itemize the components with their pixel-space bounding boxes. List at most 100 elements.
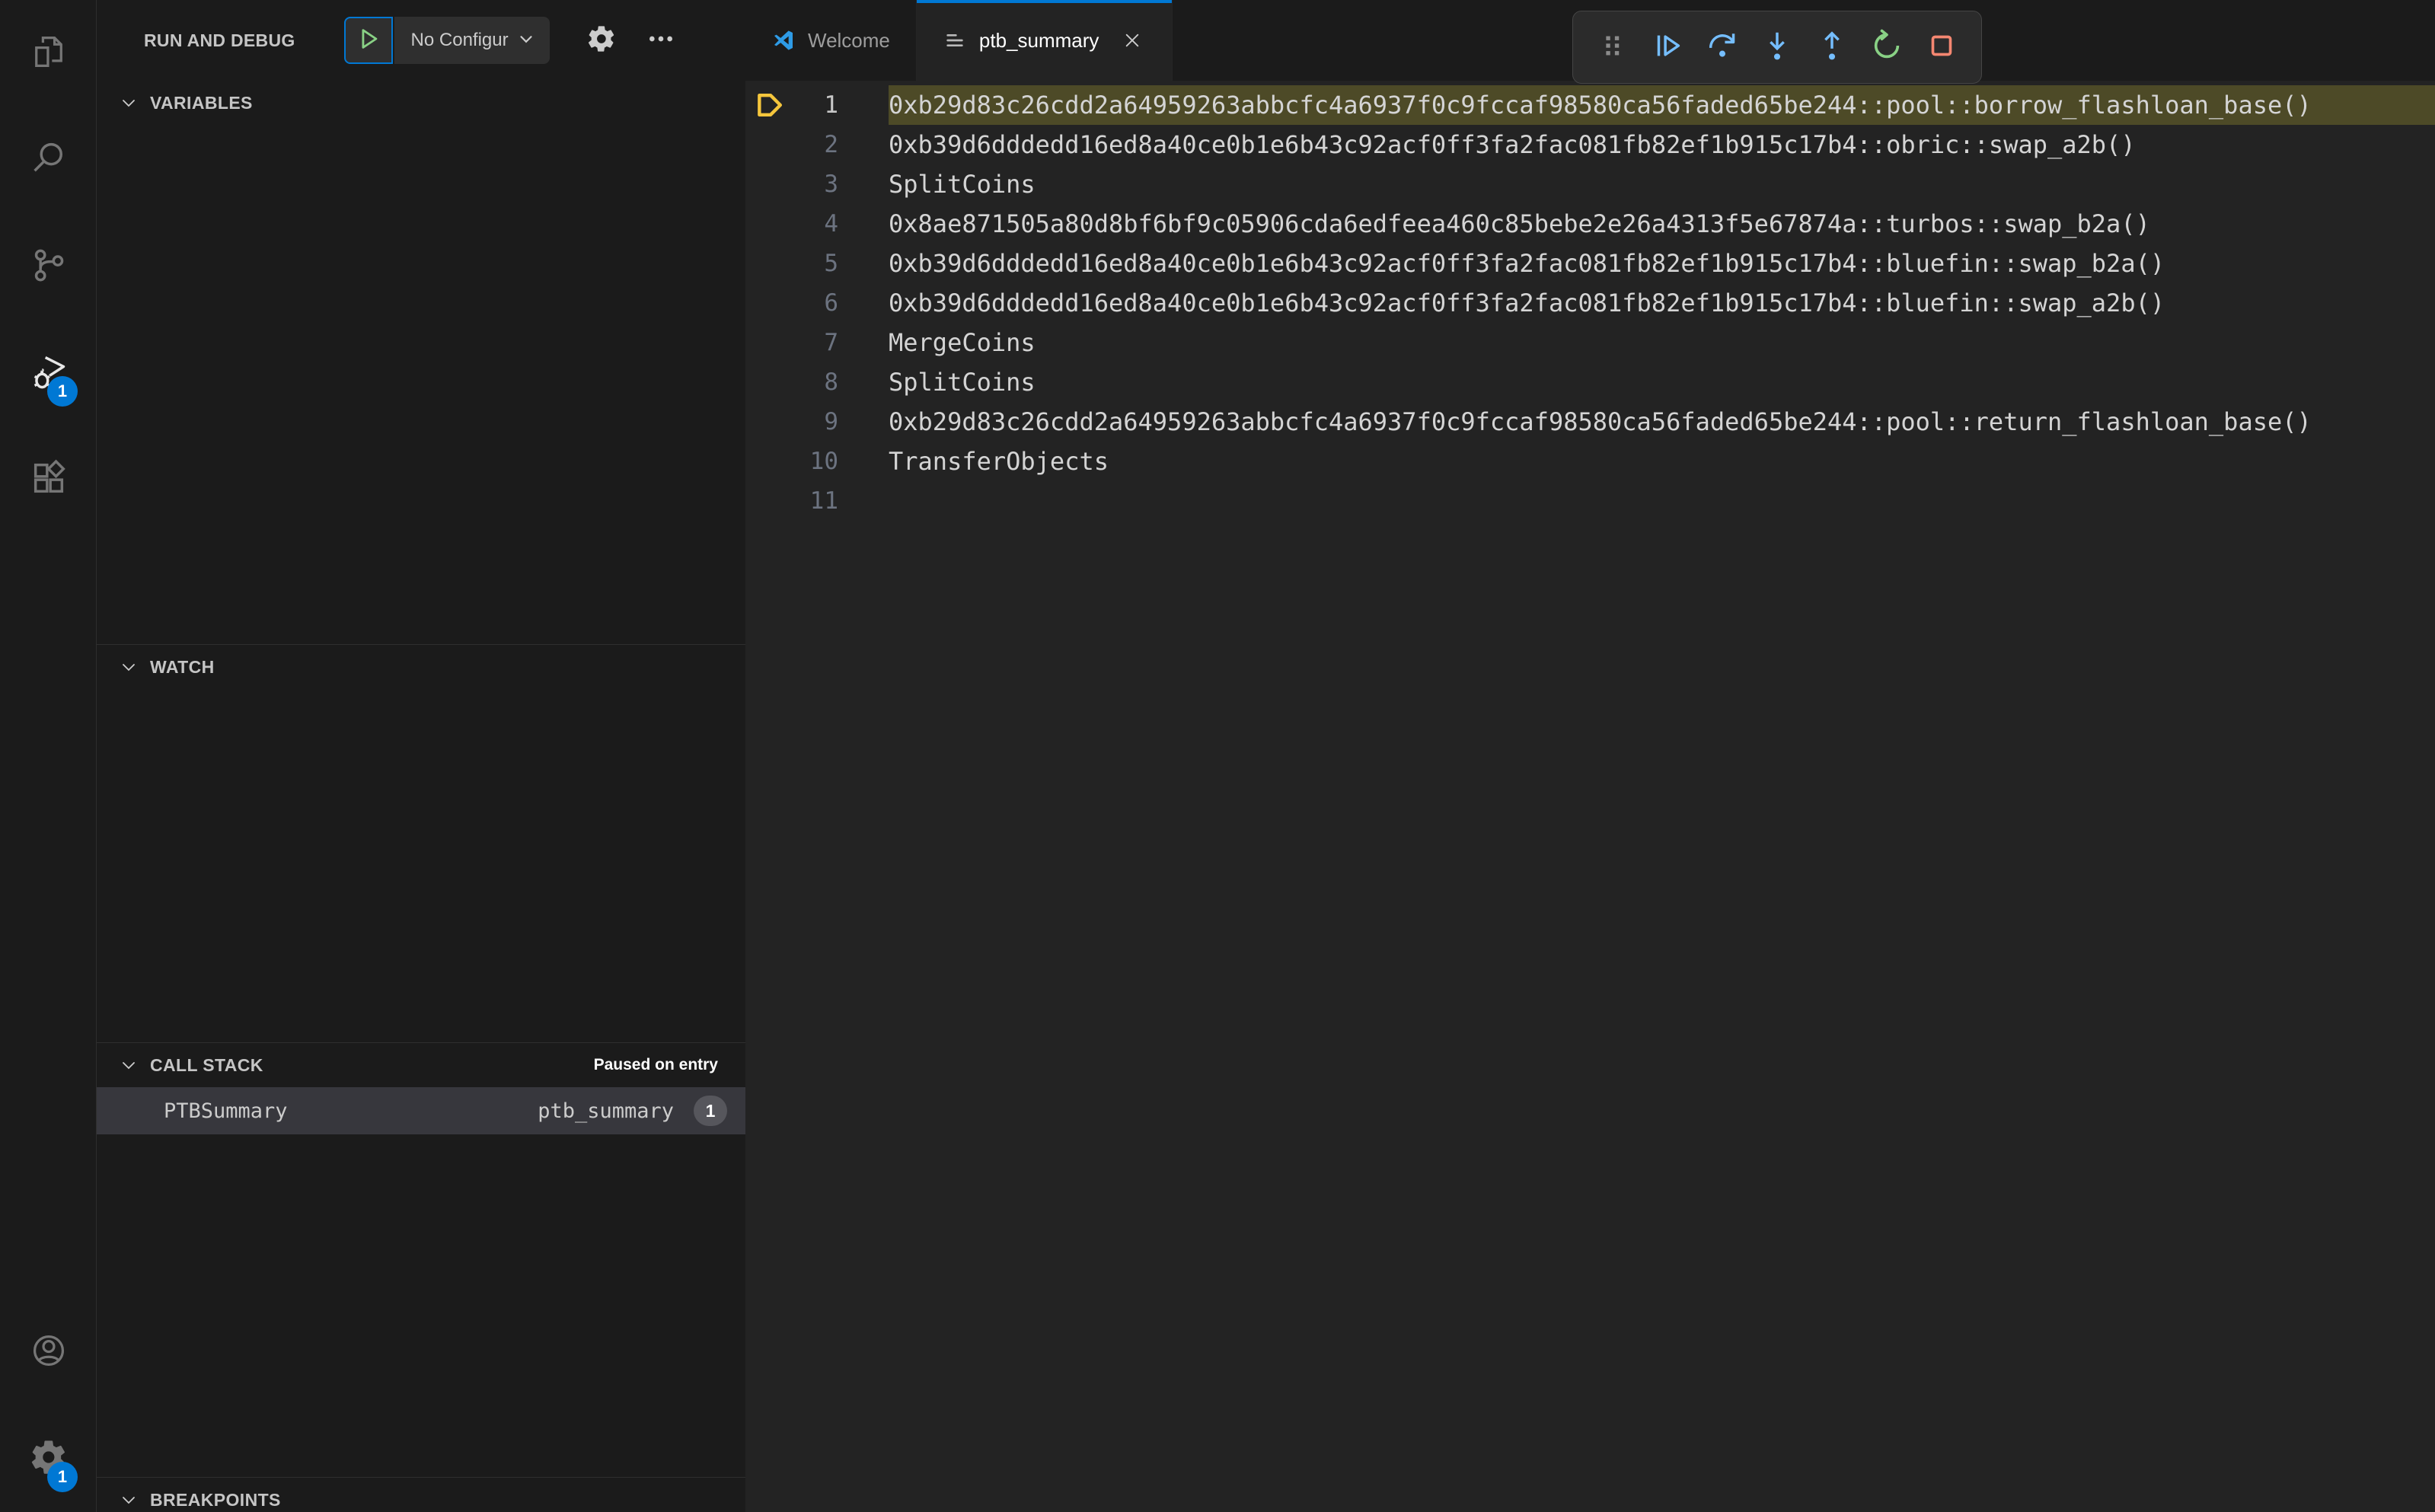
activity-bar: 1 1 — [0, 0, 97, 1512]
views-and-more-actions-button[interactable] — [644, 24, 678, 57]
call-stack-pane-label: CALL STACK — [150, 1054, 263, 1075]
tab-label: Welcome — [808, 28, 890, 52]
source-control-icon — [29, 245, 69, 289]
play-icon — [356, 26, 381, 56]
code-line: 8 SplitCoins — [745, 362, 2435, 402]
chevron-down-icon — [120, 1056, 138, 1074]
toolbar-drag-handle[interactable] — [1585, 20, 1640, 75]
step-over-button[interactable] — [1695, 20, 1750, 75]
gutter[interactable] — [752, 204, 790, 244]
code-text: 0xb39d6dddedd16ed8a40ce0b1e6b43c92acf0ff… — [889, 130, 2136, 159]
open-launch-json-button[interactable] — [585, 24, 618, 57]
gutter[interactable] — [752, 481, 790, 521]
debug-configuration-label: No Configur — [410, 30, 509, 50]
variables-pane: VARIABLES — [97, 81, 745, 644]
activity-item-search[interactable] — [0, 107, 97, 213]
gutter[interactable] — [752, 442, 790, 481]
stack-frame-line-badge: 1 — [694, 1096, 727, 1126]
line-number: 10 — [809, 448, 838, 475]
call-stack-status: Paused on entry — [593, 1056, 718, 1073]
breakpoints-pane-header[interactable]: BREAKPOINTS — [97, 1478, 745, 1512]
chevron-down-icon — [120, 1491, 138, 1509]
line-number: 9 — [824, 408, 838, 435]
list-file-icon — [943, 28, 967, 53]
debug-step-over-icon — [1705, 28, 1740, 67]
activity-item-run-and-debug[interactable]: 1 — [0, 320, 97, 426]
code-line: 10 TransferObjects — [745, 442, 2435, 481]
step-out-button[interactable] — [1805, 20, 1859, 75]
code-line: 2 0xb39d6dddedd16ed8a40ce0b1e6b43c92acf0… — [745, 125, 2435, 164]
stop-button[interactable] — [1914, 20, 1969, 75]
settings-badge: 1 — [47, 1462, 78, 1492]
tab-welcome[interactable]: Welcome — [745, 0, 917, 81]
close-tab-button[interactable] — [1119, 27, 1146, 54]
call-stack-pane: CALL STACK Paused on entry PTBSummary pt… — [97, 1042, 745, 1477]
line-number: 3 — [824, 171, 838, 198]
gripper-icon — [1595, 28, 1630, 67]
gutter[interactable] — [752, 362, 790, 402]
run-and-debug-sidebar: RUN AND DEBUG No Configur VARIABLES WATC… — [97, 0, 745, 1512]
code-text: 0xb39d6dddedd16ed8a40ce0b1e6b43c92acf0ff… — [889, 289, 2165, 317]
activity-item-account[interactable] — [0, 1299, 97, 1405]
watch-pane-label: WATCH — [150, 656, 215, 677]
gutter[interactable] — [752, 125, 790, 164]
code-line-current: 1 0xb29d83c26cdd2a64959263abbcfc4a6937f0… — [745, 85, 2435, 125]
debug-stackframe-arrow-icon — [752, 85, 790, 125]
start-debugging-button[interactable] — [343, 17, 393, 64]
code-line: 6 0xb39d6dddedd16ed8a40ce0b1e6b43c92acf0… — [745, 283, 2435, 323]
stack-frame-file: ptb_summary — [538, 1099, 674, 1123]
line-number: 1 — [824, 91, 838, 119]
debug-session-badge: 1 — [47, 376, 78, 407]
gutter[interactable] — [752, 244, 790, 283]
editor-area: Welcome ptb_summary 1 0xb29d83c26cdd2a64… — [745, 0, 2435, 1512]
code-text: 0xb29d83c26cdd2a64959263abbcfc4a6937f0c9… — [889, 407, 2312, 436]
breakpoints-pane-label: BREAKPOINTS — [150, 1489, 281, 1510]
ellipsis-icon — [646, 24, 676, 58]
debug-stop-icon — [1924, 28, 1959, 67]
gutter[interactable] — [752, 164, 790, 204]
gutter[interactable] — [752, 283, 790, 323]
code-text: MergeCoins — [889, 328, 1036, 357]
sidebar-title: RUN AND DEBUG — [144, 30, 295, 50]
watch-pane-header[interactable]: WATCH — [97, 645, 745, 689]
account-icon — [29, 1331, 69, 1374]
line-number: 6 — [824, 289, 838, 317]
variables-pane-label: VARIABLES — [150, 92, 253, 113]
restart-button[interactable] — [1859, 20, 1914, 75]
stack-frame-name: PTBSummary — [164, 1099, 288, 1123]
debug-configuration-dropdown[interactable]: No Configur — [394, 17, 550, 64]
sidebar-header: RUN AND DEBUG No Configur — [97, 0, 745, 81]
activity-item-extensions[interactable] — [0, 426, 97, 533]
code-editor[interactable]: 1 0xb29d83c26cdd2a64959263abbcfc4a6937f0… — [745, 81, 2435, 1512]
gutter[interactable] — [752, 402, 790, 442]
activity-item-explorer[interactable] — [0, 0, 97, 107]
line-number: 8 — [824, 368, 838, 396]
continue-button[interactable] — [1640, 20, 1695, 75]
call-stack-pane-header[interactable]: CALL STACK Paused on entry — [97, 1043, 745, 1087]
extensions-icon — [29, 458, 69, 502]
activity-item-settings[interactable]: 1 — [0, 1405, 97, 1512]
chevron-down-icon — [120, 94, 138, 112]
code-line: 7 MergeCoins — [745, 323, 2435, 362]
chevron-down-icon — [509, 29, 536, 53]
gear-icon — [586, 24, 617, 58]
line-number: 7 — [824, 329, 838, 356]
line-number: 5 — [824, 250, 838, 277]
tab-ptb-summary[interactable]: ptb_summary — [916, 0, 1173, 81]
debug-step-out-icon — [1814, 28, 1849, 67]
debug-step-into-icon — [1760, 28, 1795, 67]
call-stack-frame-row[interactable]: PTBSummary ptb_summary 1 — [97, 1087, 745, 1134]
gutter[interactable] — [752, 323, 790, 362]
chevron-down-icon — [120, 658, 138, 676]
debug-restart-icon — [1869, 28, 1904, 67]
line-number: 4 — [824, 210, 838, 238]
step-into-button[interactable] — [1750, 20, 1805, 75]
vscode-logo-icon — [771, 28, 796, 53]
code-line: 3 SplitCoins — [745, 164, 2435, 204]
code-line: 4 0x8ae871505a80d8bf6bf9c05906cda6edfeea… — [745, 204, 2435, 244]
line-number: 11 — [809, 487, 838, 515]
code-line: 5 0xb39d6dddedd16ed8a40ce0b1e6b43c92acf0… — [745, 244, 2435, 283]
launch-combo: No Configur — [343, 17, 550, 64]
activity-item-source-control[interactable] — [0, 213, 97, 320]
variables-pane-header[interactable]: VARIABLES — [97, 81, 745, 125]
